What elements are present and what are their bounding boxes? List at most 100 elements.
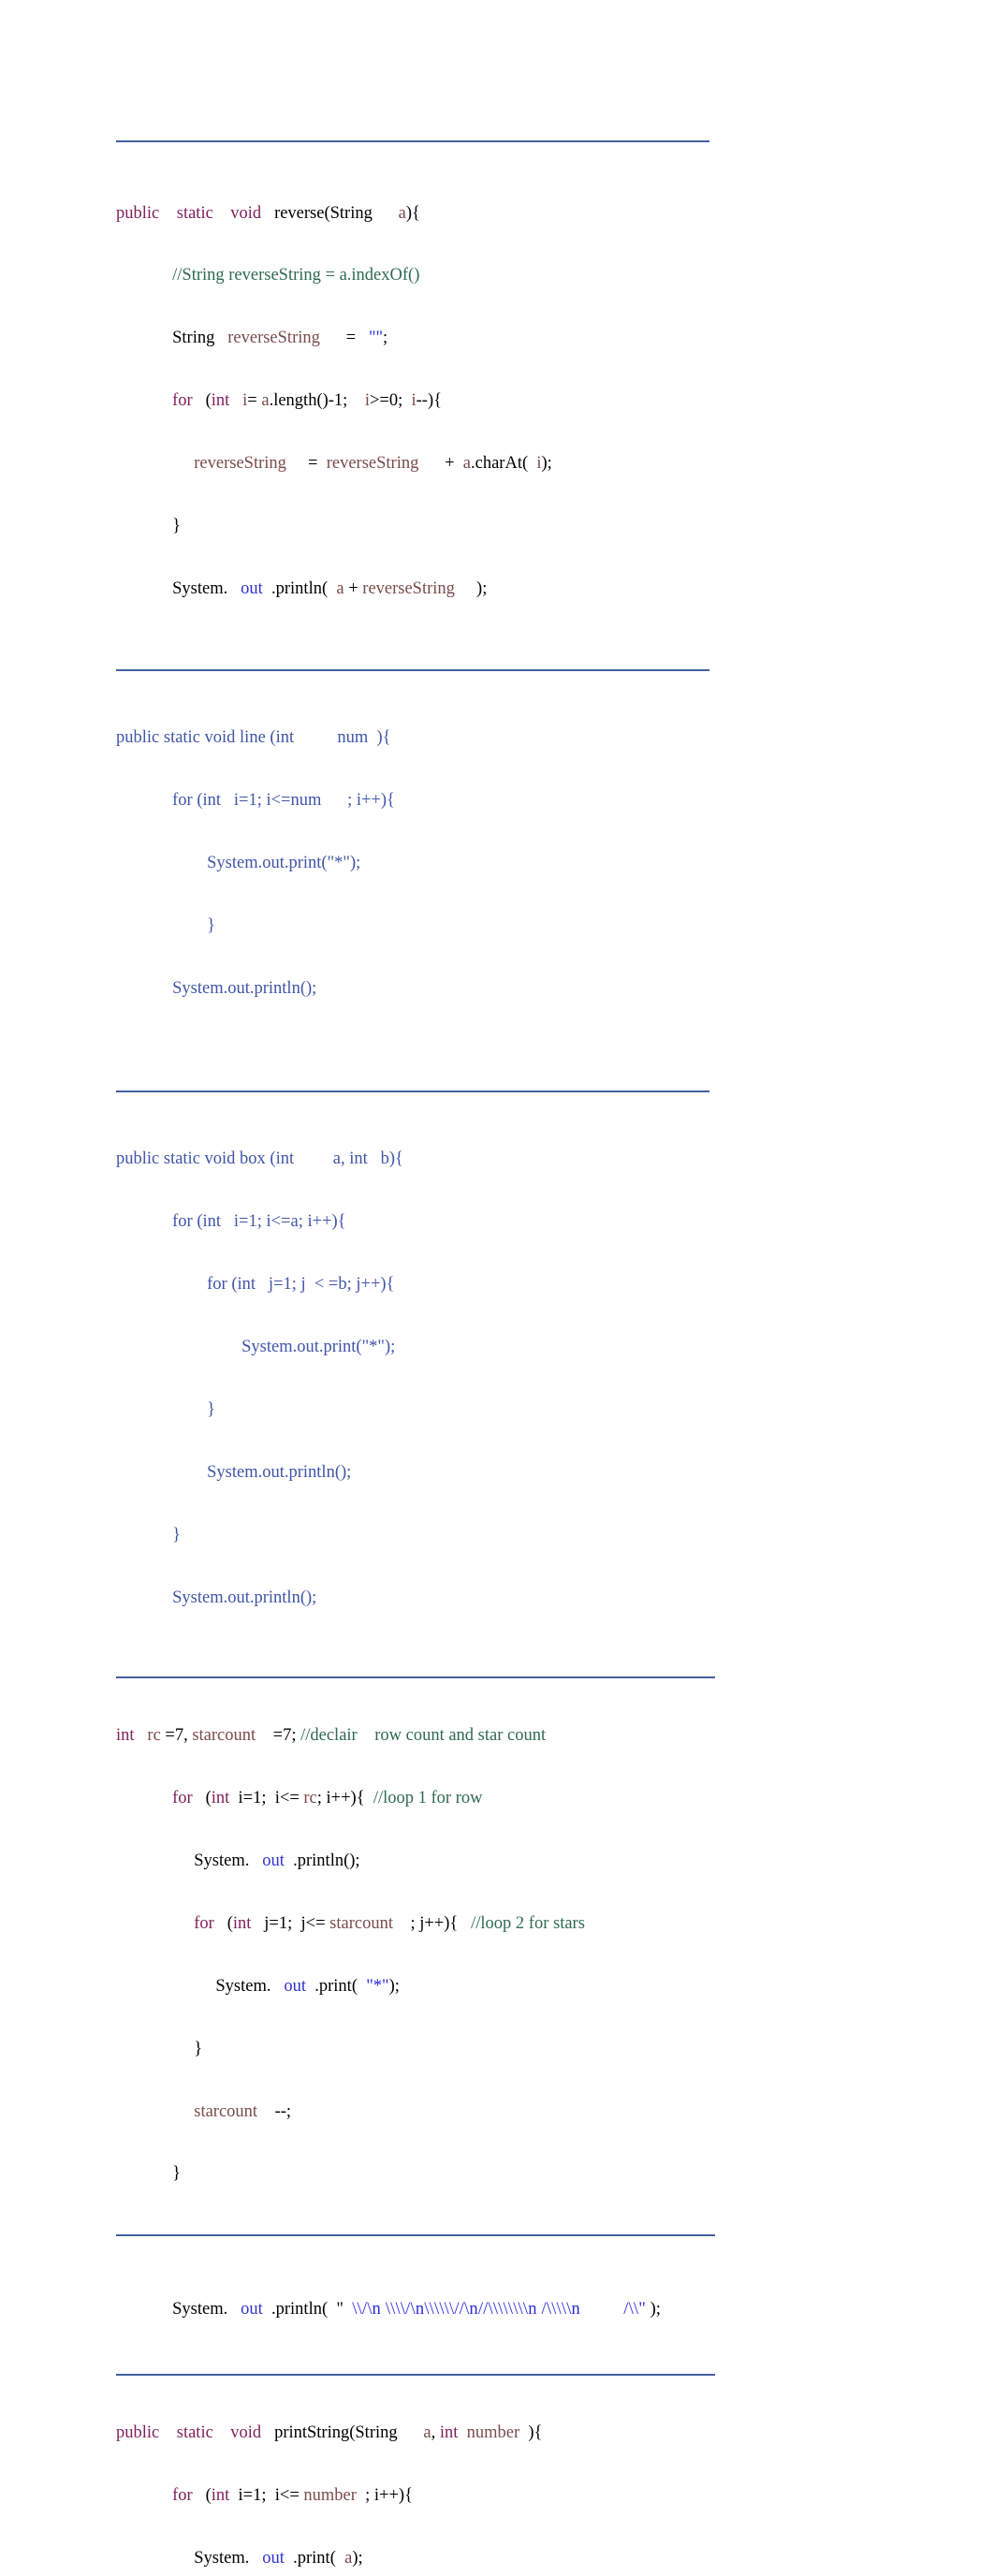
token-identifier: a [261, 391, 270, 411]
token-punct: , [431, 2423, 436, 2443]
token-expr: System. [194, 2549, 250, 2569]
token-identifier: reverseString [194, 454, 286, 474]
token-operator: i<= [274, 2486, 300, 2506]
token-keyword: public [116, 203, 160, 223]
token-identifier: a [423, 2423, 431, 2443]
token-identifier: reverseString [362, 578, 455, 598]
token-identifier: number [303, 2486, 357, 2506]
code-line: int rc =7, starcount =7; //declair row c… [116, 1725, 884, 1746]
code-line: System.out.println(); [116, 1588, 317, 1607]
token-keyword: int [232, 1913, 252, 1933]
token-punct: ); [352, 2549, 363, 2569]
token-identifier: a [462, 454, 471, 474]
token-escape-tail: /\\" [623, 2299, 647, 2319]
token-expr: --; [274, 2101, 292, 2121]
code-line: } [116, 916, 216, 936]
token-operator: + [445, 454, 455, 474]
code-line: for (int i=1; i<= number ; i++){ [116, 2485, 884, 2506]
token-expr: =7, [165, 1726, 188, 1746]
code-line: System.out.println(); [116, 1462, 352, 1482]
token-identifier: a [336, 578, 344, 598]
token-keyword: int [116, 1726, 135, 1746]
token-operator: j<= [300, 1913, 326, 1933]
token-field-out: out [241, 2299, 263, 2319]
token-keyword: int [439, 2423, 459, 2443]
code-block-box: public static void box (int a, int b){ f… [116, 1107, 884, 1650]
token-identifier: reverseString [227, 329, 320, 348]
code-block-stars: int rc =7, starcount =7; //declair row c… [116, 1684, 884, 2227]
token-punct: ){ [528, 2423, 543, 2443]
token-keyword: int [211, 2486, 230, 2506]
token-punct: --){ [416, 391, 442, 411]
token-expr: =7; [272, 1726, 297, 1746]
token-identifier: a [398, 203, 406, 223]
code-line: for (int i=1; i<= rc; i++){ //loop 1 for… [116, 1788, 884, 1808]
token-keyword: void [230, 2423, 262, 2443]
token-expr: .print( [293, 2549, 336, 2569]
token-field-out: out [284, 1976, 306, 1996]
token-operator: = [345, 329, 357, 348]
token-field-out: out [241, 578, 263, 598]
token-comment: //loop 1 for row [373, 1789, 483, 1808]
token-keyword: static [176, 2423, 213, 2443]
token-identifier: starcount [194, 2101, 258, 2121]
token-brace: } [172, 2164, 182, 2184]
code-line: System. out .print( a); [116, 2548, 884, 2569]
token-comment: //declair row count and star count [300, 1726, 547, 1746]
token-method: reverse(String [274, 203, 373, 223]
token-operator: + [348, 578, 358, 598]
code-line: } [116, 516, 884, 536]
code-line: System.out.print("*"); [116, 1338, 396, 1357]
token-identifier: a [344, 2549, 353, 2569]
token-keyword: int [211, 1789, 230, 1808]
code-block-line: public static void line (int num ){ for … [116, 686, 884, 1041]
code-line: System.out.print("*"); [116, 854, 361, 873]
code-line: public static void printString(String a,… [116, 2422, 884, 2443]
token-expr: ; j++){ [410, 1913, 459, 1933]
token-identifier: number [466, 2423, 520, 2443]
token-brace: } [172, 517, 182, 536]
code-line: for (int j=1; j < =b; j++){ [116, 1275, 395, 1295]
token-method: printString(String [274, 2423, 398, 2443]
code-line: public static void reverse(String a){ [116, 203, 884, 224]
token-keyword: for [172, 1789, 193, 1808]
code-line: reverseString = reverseString + a.charAt… [116, 453, 884, 474]
token-expr: i=1; [238, 2486, 267, 2506]
token-expr: System. [172, 578, 228, 598]
code-line: for (int i=1; i<=a; i++){ [116, 1212, 346, 1232]
code-line: public static void box (int a, int b){ [116, 1149, 403, 1169]
token-identifier: starcount [329, 1913, 393, 1933]
code-line: } [116, 2163, 884, 2184]
token-identifier: starcount [192, 1726, 256, 1746]
token-expr: >=0; [369, 391, 403, 411]
token-operator: = [308, 454, 318, 474]
token-punct: ); [388, 1976, 400, 1996]
token-expr: .println(); [293, 1851, 360, 1870]
token-field-out: out [262, 2549, 285, 2569]
code-line: } [116, 2039, 884, 2059]
code-line: starcount --; [116, 2101, 884, 2122]
token-punct: ); [650, 2299, 661, 2319]
token-quote: " [336, 2299, 344, 2319]
code-line: } [116, 1400, 216, 1420]
token-keyword: static [176, 203, 213, 223]
token-identifier: reverseString [326, 454, 419, 474]
token-expr: .println( [271, 578, 329, 598]
code-line: System.out.println(); [116, 978, 317, 998]
token-brace: } [194, 2039, 203, 2058]
token-type: String [172, 329, 215, 348]
token-expr: i=1; [238, 1789, 267, 1808]
token-expr: System. [215, 1976, 271, 1996]
code-line: public static void line (int num ){ [116, 728, 391, 748]
token-field-out: out [262, 1851, 285, 1870]
code-line: } [116, 1525, 182, 1544]
token-keyword: for [172, 391, 193, 411]
token-expr: .println( [271, 2299, 329, 2319]
token-keyword: int [211, 391, 230, 411]
code-block-reverse: public static void reverse(String a){ //… [116, 161, 884, 641]
token-operator: = [247, 391, 262, 411]
token-comment: //loop 2 for stars [471, 1913, 585, 1933]
code-line: System. out .println( a + reverseString … [116, 578, 884, 599]
code-block-print-string: public static void printString(String a,… [116, 2381, 884, 2576]
token-expr: System. [194, 1851, 250, 1870]
